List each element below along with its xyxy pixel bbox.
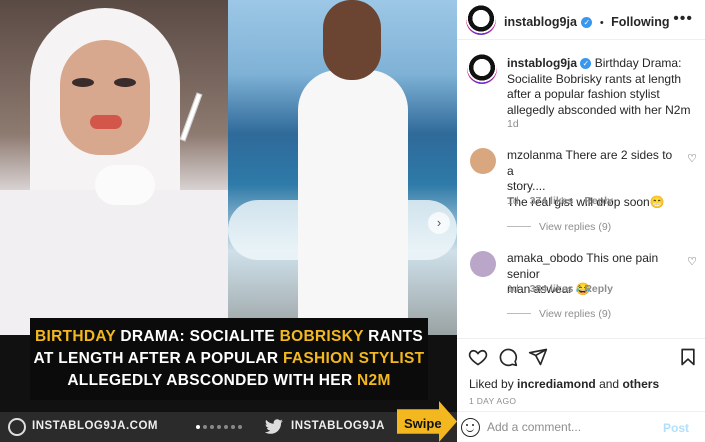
avatar[interactable] (467, 54, 497, 84)
avatar[interactable] (466, 5, 496, 35)
commenter-avatar[interactable] (470, 251, 496, 277)
post-date: 1 DAY AGO (469, 396, 517, 406)
share-icon[interactable] (528, 347, 548, 367)
headline-segment: DRAMA: SOCIALITE (115, 328, 280, 345)
separator-dot: • (599, 17, 604, 29)
carousel-dot[interactable] (217, 425, 221, 429)
headline-line: AT LENGTH AFTER A POPULAR FASHION STYLIS… (34, 348, 425, 370)
globe-icon (8, 418, 26, 436)
headline-segment: ALLEGEDLY ABSCONDED WITH HER (67, 372, 358, 389)
headline-box: BIRTHDAY DRAMA: SOCIALITE BOBRISKY RANTS… (30, 318, 428, 400)
post-side-panel: instablog9ja ✓ • Following ••• instablog… (457, 0, 705, 442)
headline-highlight: FASHION STYLIST (283, 350, 425, 367)
view-replies-button[interactable]: View replies (9) (507, 308, 611, 320)
liked-by-user[interactable]: incrediamond (517, 377, 596, 391)
post-header: instablog9ja ✓ • Following ••• (457, 0, 705, 40)
action-bar (457, 338, 705, 372)
comment-likes[interactable]: 384 likes (530, 283, 574, 295)
heart-icon[interactable] (468, 347, 488, 367)
headline-highlight: N2M (357, 372, 391, 389)
commenter-avatar[interactable] (470, 148, 496, 174)
headline-highlight: BIRTHDAY (34, 328, 116, 345)
add-comment-row: Post (457, 411, 705, 442)
caption-text: instablog9ja ✓ Birthday Drama: Socialite… (507, 56, 697, 118)
following-button[interactable]: Following (611, 15, 669, 29)
view-replies-label: View replies (9) (539, 221, 612, 233)
comment-likes[interactable]: 374 likes (530, 195, 574, 207)
likes-summary: Liked by incrediamond and others (469, 377, 659, 391)
reply-button[interactable]: Reply (584, 283, 613, 295)
verified-badge-icon: ✓ (581, 17, 593, 28)
headline-segment: RANTS (363, 328, 424, 345)
comment-time: 1d (507, 283, 519, 295)
view-replies-label: View replies (9) (539, 308, 612, 320)
white-suit-shape (298, 70, 408, 335)
post-media[interactable]: › BIRTHDAY DRAMA: SOCIALITE BOBRISKY RAN… (0, 0, 457, 442)
headline-segment: AT LENGTH AFTER A POPULAR (33, 350, 284, 367)
add-comment-input[interactable] (487, 420, 657, 434)
swipe-label: Swipe (404, 416, 442, 431)
head-shape (323, 0, 381, 80)
bookmark-icon[interactable] (678, 347, 698, 367)
carousel-dot[interactable] (203, 425, 207, 429)
headline-line: BIRTHDAY DRAMA: SOCIALITE BOBRISKY RANTS (35, 326, 423, 348)
comment-icon[interactable] (498, 347, 518, 367)
comment-like-heart-icon[interactable]: ♡ (687, 152, 697, 165)
comment-meta: 1d 374 likes Reply (507, 195, 613, 207)
liked-by-others[interactable]: others (622, 377, 659, 391)
comment-line: story.... (507, 179, 546, 193)
headline-line: ALLEGEDLY ABSCONDED WITH HER N2M (67, 370, 390, 392)
next-arrow-icon[interactable]: › (428, 212, 450, 234)
caption-username[interactable]: instablog9ja (507, 56, 577, 70)
comment-username[interactable]: mzolanma (507, 148, 562, 162)
twitter-icon (264, 419, 283, 434)
carousel-dot[interactable] (231, 425, 235, 429)
lips-shape (90, 115, 122, 129)
footer-site: INSTABLOG9JA.COM (32, 420, 158, 432)
comment-like-heart-icon[interactable]: ♡ (687, 255, 697, 268)
caption-time: 1d (507, 118, 519, 130)
reply-button[interactable]: Reply (584, 195, 613, 207)
carousel-dot[interactable] (238, 425, 242, 429)
header-username[interactable]: instablog9ja (504, 15, 577, 29)
carousel-dot[interactable] (210, 425, 214, 429)
verified-badge-icon: ✓ (580, 58, 592, 69)
replies-divider (507, 226, 531, 227)
dress-shape (0, 190, 228, 335)
eye-shape (72, 78, 94, 87)
comment-time: 1d (507, 195, 519, 207)
emoji-icon[interactable] (461, 418, 480, 437)
carousel-dots (196, 425, 242, 429)
headline-highlight: BOBRISKY (279, 328, 364, 345)
photo-right: › (228, 0, 457, 335)
photo-left (0, 0, 228, 335)
media-footer-bar: INSTABLOG9JA.COM INSTABLOG9JA (0, 412, 457, 442)
cigarette-shape (179, 92, 203, 142)
view-replies-button[interactable]: View replies (9) (507, 221, 611, 233)
eye-shape (114, 78, 136, 87)
more-options-icon[interactable]: ••• (673, 10, 693, 28)
bow-shape (95, 165, 155, 205)
carousel-dot[interactable] (224, 425, 228, 429)
post-button[interactable]: Post (663, 421, 689, 435)
comment-username[interactable]: amaka_obodo (507, 251, 583, 265)
face-shape (60, 40, 150, 155)
likes-prefix: Liked by (469, 377, 514, 391)
replies-divider (507, 313, 531, 314)
likes-conjunction: and (599, 377, 620, 391)
comment-meta: 1d 384 likes Reply (507, 283, 613, 295)
header-user-row: instablog9ja ✓ • Following (504, 13, 669, 31)
carousel-dot[interactable] (196, 425, 200, 429)
footer-handle: INSTABLOG9JA (291, 420, 385, 432)
